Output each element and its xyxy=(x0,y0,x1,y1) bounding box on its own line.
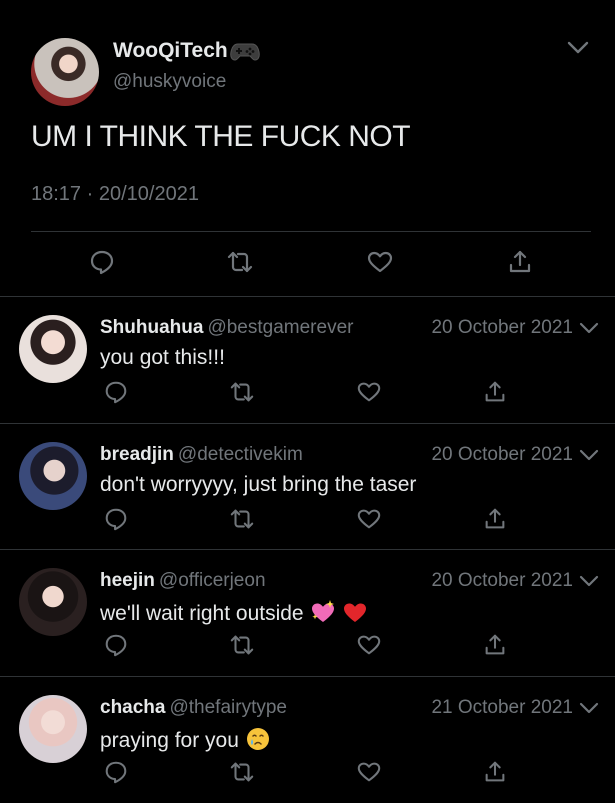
avatar[interactable] xyxy=(19,315,87,383)
reply-tweet[interactable]: chacha @thefairytype 21 October 2021 prayin… xyxy=(0,677,615,803)
divider xyxy=(0,423,615,424)
reply-tweet[interactable]: heejin @officerjeon 20 October 2021 we'll w… xyxy=(0,550,615,676)
tweet-time: 18:17 xyxy=(31,183,82,205)
share-icon[interactable] xyxy=(482,506,508,532)
reply-author[interactable]: breadjin @detectivekim xyxy=(100,444,303,466)
reply-text: don't worryyyy, just bring the taser xyxy=(100,473,416,497)
display-name: Shuhuahua xyxy=(100,317,204,338)
reply-text: we'll wait right outside xyxy=(100,599,368,626)
reply-icon[interactable] xyxy=(103,379,129,405)
reply-text-content: we'll wait right outside xyxy=(100,602,304,625)
avatar[interactable] xyxy=(19,442,87,510)
handle: @detectivekim xyxy=(177,444,303,465)
display-name: chacha xyxy=(100,697,166,718)
reply-text-content: you got this!!! xyxy=(100,346,225,369)
display-name: breadjin xyxy=(100,444,174,465)
red-heart-icon xyxy=(342,599,368,625)
share-icon[interactable] xyxy=(482,379,508,405)
reply-text: you got this!!! xyxy=(100,346,225,370)
handle: @bestgamerever xyxy=(207,317,354,338)
reply-text-content: don't worryyyy, just bring the taser xyxy=(100,473,417,496)
reply-tweet[interactable]: Shuhuahua @bestgamerever 20 October 2021 yo… xyxy=(0,297,615,423)
chevron-down-icon[interactable] xyxy=(579,700,599,716)
divider xyxy=(0,549,615,550)
avatar[interactable] xyxy=(19,568,87,636)
main-tweet: WooQiTech @huskyvoice UM I THINK THE FUC… xyxy=(0,0,615,296)
sparkling-heart-icon xyxy=(310,599,336,625)
heart-icon[interactable] xyxy=(366,248,394,276)
share-icon[interactable] xyxy=(482,759,508,785)
reply-date[interactable]: 20 October 2021 xyxy=(431,570,573,592)
chevron-down-icon[interactable] xyxy=(579,447,599,463)
reply-icon[interactable] xyxy=(103,759,129,785)
retweet-icon[interactable] xyxy=(229,379,255,405)
avatar[interactable] xyxy=(19,695,87,763)
tweet-text: UM I THINK THE FUCK NOT xyxy=(31,120,411,153)
heart-icon[interactable] xyxy=(356,632,382,658)
avatar[interactable] xyxy=(31,38,99,106)
chevron-down-icon[interactable] xyxy=(579,573,599,589)
reply-icon[interactable] xyxy=(88,248,116,276)
share-icon[interactable] xyxy=(506,248,534,276)
divider xyxy=(31,231,591,232)
share-icon[interactable] xyxy=(482,632,508,658)
display-name: heejin xyxy=(100,570,155,591)
reply-date[interactable]: 20 October 2021 xyxy=(431,444,573,466)
display-name[interactable]: WooQiTech xyxy=(113,39,260,63)
heart-icon[interactable] xyxy=(356,506,382,532)
handle: @officerjeon xyxy=(158,570,266,591)
tweet-timestamp[interactable]: 18:17 · 20/10/2021 xyxy=(31,183,199,206)
reply-author[interactable]: heejin @officerjeon xyxy=(100,570,266,592)
retweet-icon[interactable] xyxy=(229,632,255,658)
separator-dot: · xyxy=(86,183,99,205)
tweet-actions xyxy=(0,248,615,282)
handle: @thefairytype xyxy=(169,697,287,718)
reply-date[interactable]: 21 October 2021 xyxy=(431,697,573,719)
reply-tweet[interactable]: breadjin @detectivekim 20 October 2021 don'… xyxy=(0,424,615,550)
divider xyxy=(0,676,615,677)
display-name-text: WooQiTech xyxy=(113,39,228,62)
chevron-down-icon[interactable] xyxy=(566,38,590,58)
reply-author[interactable]: Shuhuahua @bestgamerever xyxy=(100,317,353,339)
heart-icon[interactable] xyxy=(356,379,382,405)
crying-face-icon xyxy=(245,726,271,752)
reply-author[interactable]: chacha @thefairytype xyxy=(100,697,287,719)
heart-icon[interactable] xyxy=(356,759,382,785)
video-game-controller-icon xyxy=(229,40,260,62)
handle[interactable]: @huskyvoice xyxy=(113,71,226,93)
reply-icon[interactable] xyxy=(103,632,129,658)
retweet-icon[interactable] xyxy=(229,759,255,785)
reply-text-content: praying for you xyxy=(100,729,239,752)
reply-icon[interactable] xyxy=(103,506,129,532)
retweet-icon[interactable] xyxy=(229,506,255,532)
tweet-date: 20/10/2021 xyxy=(98,183,199,205)
reply-date[interactable]: 20 October 2021 xyxy=(431,317,573,339)
chevron-down-icon[interactable] xyxy=(579,320,599,336)
retweet-icon[interactable] xyxy=(226,248,254,276)
reply-text: praying for you xyxy=(100,726,271,753)
